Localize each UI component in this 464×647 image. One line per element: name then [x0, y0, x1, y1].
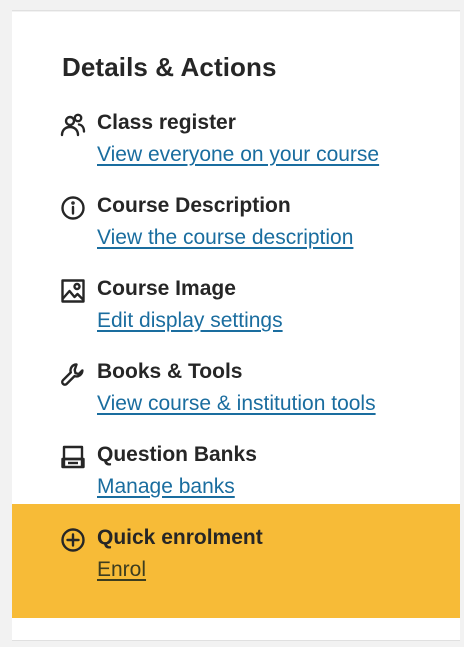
view-course-description-link[interactable]: View the course description — [97, 225, 353, 251]
course-image-item: Course Image Edit display settings — [12, 276, 460, 359]
info-icon — [60, 195, 86, 221]
books-tools-label: Books & Tools — [97, 360, 243, 383]
wrench-icon — [60, 361, 86, 387]
manage-banks-link[interactable]: Manage banks — [97, 474, 235, 500]
quick-enrolment-item: Quick enrolment Enrol — [12, 504, 460, 618]
class-register-label: Class register — [97, 111, 236, 134]
question-banks-label: Question Banks — [97, 443, 257, 466]
people-icon — [60, 112, 86, 138]
enrol-link[interactable]: Enrol — [97, 557, 146, 583]
details-actions-panel: Details & Actions Class register View ev… — [12, 12, 460, 640]
panel-bottom-border — [12, 640, 460, 641]
class-register-item: Class register View everyone on your cou… — [12, 110, 460, 193]
image-icon — [60, 278, 86, 304]
plus-circle-icon — [60, 527, 86, 553]
panel-top-border — [12, 10, 460, 11]
course-description-label: Course Description — [97, 194, 291, 217]
course-image-label: Course Image — [97, 277, 236, 300]
panel-title: Details & Actions — [62, 52, 277, 82]
edit-display-settings-link[interactable]: Edit display settings — [97, 308, 283, 334]
view-everyone-link[interactable]: View everyone on your course — [97, 142, 379, 168]
question-bank-icon — [60, 444, 86, 470]
view-course-tools-link[interactable]: View course & institution tools — [97, 391, 376, 417]
quick-enrolment-label: Quick enrolment — [97, 526, 263, 549]
books-tools-item: Books & Tools View course & institution … — [12, 359, 460, 442]
quick-enrolment-content: Quick enrolment Enrol — [12, 525, 460, 608]
course-description-item: Course Description View the course descr… — [12, 193, 460, 276]
